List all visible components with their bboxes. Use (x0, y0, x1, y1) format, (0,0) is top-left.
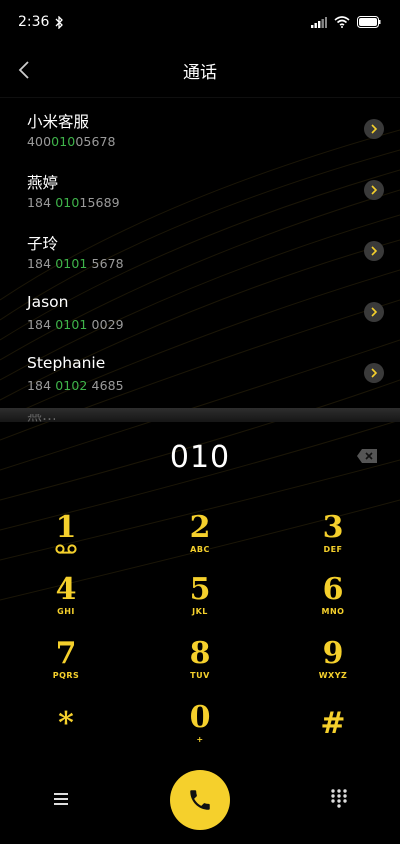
back-button[interactable] (10, 56, 38, 84)
contact-name: 子玲 (27, 235, 59, 253)
key-3[interactable]: 3 DEF (278, 512, 388, 572)
contact-name: Stephanie (27, 354, 106, 372)
header: 通话 (0, 44, 400, 98)
contact-number: 40001005678 (27, 134, 116, 149)
call-button[interactable] (170, 770, 230, 830)
key-6[interactable]: 6 MNO (278, 574, 388, 634)
key-4[interactable]: 4 GHI (11, 574, 121, 634)
phone-icon (190, 790, 210, 810)
contact-name: 小米客服 (27, 113, 90, 131)
backspace-icon[interactable] (356, 448, 378, 464)
chevron-right-icon (371, 124, 378, 134)
chevron-right-icon (371, 307, 378, 317)
contact-number: 184 0102 4685 (27, 378, 124, 393)
keypad-icon[interactable] (329, 788, 349, 808)
voicemail-icon (55, 544, 77, 554)
status-bar: 2:36 (0, 0, 400, 44)
bottom-bar (0, 770, 400, 830)
wifi-icon (334, 16, 350, 28)
contact-suggestions: 小米客服 40001005678 燕婷 184 01015689 子玲 184 … (0, 98, 400, 403)
contact-row[interactable]: 小米客服 40001005678 (0, 98, 400, 159)
contact-row[interactable]: Stephanie 184 0102 4685 (0, 342, 400, 403)
partial-contact-row: 燕… (27, 414, 55, 422)
signal-icon (311, 16, 327, 28)
contact-name: Jason (27, 293, 69, 311)
chevron-right-icon (371, 246, 378, 256)
key-2[interactable]: 2 ABC (145, 512, 255, 572)
contact-detail-button[interactable] (364, 363, 384, 383)
contact-detail-button[interactable] (364, 119, 384, 139)
menu-icon[interactable] (50, 788, 72, 810)
key-star[interactable]: * (11, 708, 121, 768)
contact-name: 燕婷 (27, 174, 59, 192)
contact-number: 184 0101 0029 (27, 317, 124, 332)
bluetooth-icon (55, 15, 64, 29)
key-0[interactable]: 0 + (145, 702, 255, 762)
contact-row[interactable]: 子玲 184 0101 5678 (0, 220, 400, 281)
dial-display: 010 (0, 432, 400, 482)
battery-icon (357, 16, 381, 28)
key-9[interactable]: 9 WXYZ (278, 638, 388, 698)
page-title: 通话 (183, 63, 217, 83)
contact-detail-button[interactable] (364, 241, 384, 261)
chevron-left-icon (18, 61, 29, 79)
contact-detail-button[interactable] (364, 180, 384, 200)
chevron-right-icon (371, 185, 378, 195)
key-hash[interactable]: # (278, 708, 388, 768)
key-5[interactable]: 5 JKL (145, 574, 255, 634)
contact-detail-button[interactable] (364, 302, 384, 322)
key-1[interactable]: 1 (11, 512, 121, 572)
contact-number: 184 01015689 (27, 195, 120, 210)
key-8[interactable]: 8 TUV (145, 638, 255, 698)
contact-row[interactable]: Jason 184 0101 0029 (0, 281, 400, 342)
key-7[interactable]: 7 PQRS (11, 638, 121, 698)
status-time: 2:36 (18, 14, 50, 30)
contact-number: 184 0101 5678 (27, 256, 124, 271)
dialed-number: 010 (169, 439, 231, 475)
contact-row[interactable]: 燕婷 184 01015689 (0, 159, 400, 220)
keypad-drag-handle[interactable] (0, 408, 400, 422)
chevron-right-icon (371, 368, 378, 378)
